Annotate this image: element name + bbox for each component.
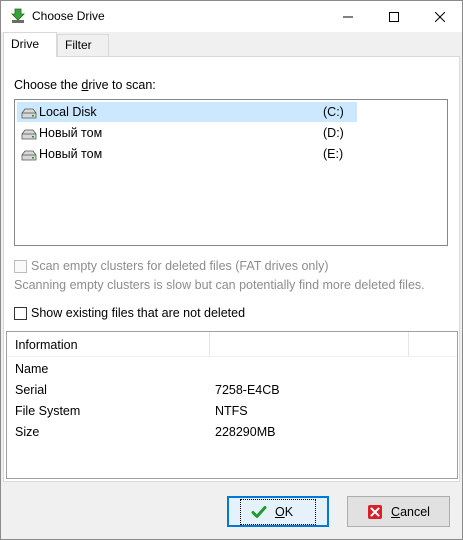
column-divider[interactable] — [209, 332, 210, 357]
drive-tab-panel: Choose the drive to scan: Local Disk (C:… — [3, 56, 460, 482]
checkbox-box[interactable] — [14, 307, 27, 320]
x-icon — [367, 504, 383, 520]
drive-item-d[interactable]: Новый том (D:) — [17, 123, 357, 143]
hard-drive-icon — [21, 127, 37, 140]
drive-name: Новый том — [39, 126, 103, 140]
column-divider[interactable] — [408, 332, 409, 357]
info-value: 7258-E4CB — [215, 383, 280, 397]
drive-letter: (C:) — [323, 105, 344, 119]
scan-empty-label: Scan empty clusters for deleted files (F… — [31, 259, 329, 273]
scan-hint-text: Scanning empty clusters is slow but can … — [14, 278, 425, 292]
drive-item-e[interactable]: Новый том (E:) — [17, 144, 357, 164]
maximize-icon — [389, 11, 399, 22]
info-row-serial: Serial 7258-E4CB — [7, 380, 457, 401]
minimize-icon — [343, 16, 353, 17]
minimize-button[interactable] — [325, 1, 371, 32]
info-row-file-system: File System NTFS — [7, 401, 457, 422]
drive-list[interactable]: Local Disk (C:) Новый том (D:) Новый том… — [14, 99, 448, 246]
drive-name: Local Disk — [39, 105, 97, 119]
drive-name: Новый том — [39, 147, 103, 161]
window-title: Choose Drive — [32, 9, 105, 23]
info-key: Serial — [15, 383, 47, 397]
drive-item-c[interactable]: Local Disk (C:) — [17, 102, 357, 122]
close-icon — [435, 11, 445, 22]
info-value: NTFS — [215, 404, 248, 418]
info-row-size: Size 228290MB — [7, 422, 457, 443]
cancel-button[interactable]: Cancel — [347, 496, 450, 527]
ok-button[interactable]: OK — [227, 496, 329, 527]
tab-strip: Drive Filter — [1, 32, 462, 57]
info-key: File System — [15, 404, 81, 418]
hard-drive-icon — [21, 106, 37, 119]
ok-label: OK — [274, 504, 294, 519]
info-row-name: Name — [7, 359, 457, 380]
tab-filter[interactable]: Filter — [57, 34, 109, 57]
checkbox-box[interactable] — [14, 260, 27, 273]
checkmark-icon — [251, 504, 267, 520]
cancel-label: Cancel — [391, 504, 430, 519]
maximize-button[interactable] — [371, 1, 417, 32]
hard-drive-icon — [21, 148, 37, 161]
information-header-label: Information — [15, 338, 78, 352]
choose-drive-window: Choose Drive Drive Filter Choose the dri… — [0, 0, 463, 540]
information-header: Information — [7, 332, 457, 357]
info-key: Name — [15, 362, 49, 376]
info-value: 228290MB — [215, 425, 276, 439]
drive-letter: (D:) — [323, 126, 344, 140]
tab-drive[interactable]: Drive — [3, 32, 57, 57]
title-bar[interactable]: Choose Drive — [1, 1, 462, 32]
show-existing-label: Show existing files that are not deleted — [31, 306, 246, 320]
download-arrow-icon — [10, 8, 26, 24]
info-key: Size — [15, 425, 40, 439]
choose-drive-label: Choose the drive to scan: — [14, 78, 156, 92]
close-button[interactable] — [417, 1, 463, 32]
information-list[interactable]: Information Name Serial 7258-E4CB File S… — [6, 331, 458, 479]
drive-letter: (E:) — [323, 147, 344, 161]
